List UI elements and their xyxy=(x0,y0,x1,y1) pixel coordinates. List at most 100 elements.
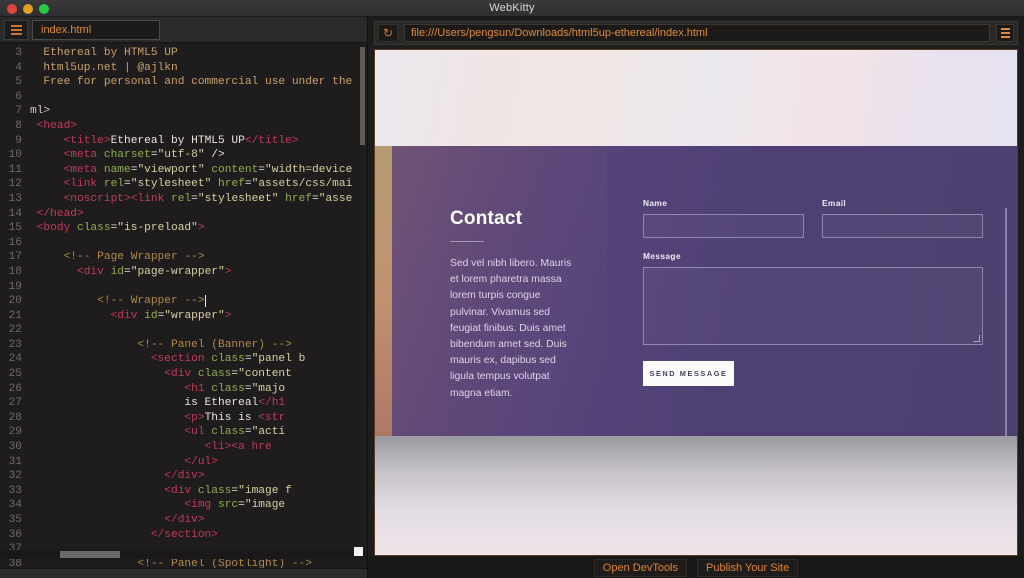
code-token: "acti xyxy=(251,426,286,439)
code-line: 16 xyxy=(0,236,367,251)
code-token: = xyxy=(312,192,319,205)
code-token: "width=device xyxy=(265,163,353,176)
browser-url-bar: ↻ file:///Users/pengsun/Downloads/html5u… xyxy=(374,21,1018,45)
code-token: content xyxy=(204,163,259,176)
code-line: 23 <!-- Panel (Banner) --> xyxy=(0,338,367,353)
code-line-text: is Ethereal</h1 xyxy=(30,396,285,411)
code-token: ml> xyxy=(30,105,51,118)
code-token: </h1 xyxy=(258,397,286,410)
code-vertical-scrollbar[interactable] xyxy=(360,47,365,145)
code-token: class xyxy=(197,368,232,381)
name-label: Name xyxy=(643,198,668,208)
code-line: 30 <li><a hre xyxy=(0,440,367,455)
editor-tab-bar: index.html xyxy=(0,17,367,43)
code-token: <!-- Wrapper --> xyxy=(30,295,205,308)
code-token: <str xyxy=(258,411,286,424)
line-number: 11 xyxy=(8,163,22,176)
code-token: <div xyxy=(30,265,111,278)
code-token: = xyxy=(244,353,252,366)
line-number: 33 xyxy=(8,484,22,497)
code-line: 4 html5up.net | @ajlkn xyxy=(0,61,367,76)
line-number: 31 xyxy=(8,455,22,468)
code-line-text: <ul class="acti xyxy=(30,425,285,440)
browser-pane: ↻ file:///Users/pengsun/Downloads/html5u… xyxy=(368,17,1024,578)
code-token: href xyxy=(211,178,245,191)
code-line-text: <!-- Panel (Banner) --> xyxy=(30,338,291,353)
code-token: > xyxy=(224,265,232,278)
line-number: 20 xyxy=(8,295,22,308)
code-line: 9 <title>Ethereal by HTML5 UP</title> xyxy=(0,134,367,149)
name-input[interactable] xyxy=(643,214,804,238)
code-line-text: <body class="is-preload"> xyxy=(30,221,205,236)
code-horizontal-scrollbar-track[interactable] xyxy=(0,550,367,559)
page-viewport[interactable]: Contact Sed vel nibh libero. Mauris et l… xyxy=(374,49,1018,556)
contact-panel: Contact Sed vel nibh libero. Mauris et l… xyxy=(375,146,1017,436)
code-token: <!-- Page Wrapper --> xyxy=(30,251,205,264)
url-text: file:///Users/pengsun/Downloads/html5up-… xyxy=(411,27,708,39)
code-line: 19 xyxy=(0,280,367,295)
code-token: "stylesheet" xyxy=(197,192,279,205)
hamburger-icon[interactable] xyxy=(4,19,28,40)
code-token: <head> xyxy=(30,119,77,132)
code-line-text: <p>This is <str xyxy=(30,411,285,426)
code-token: "stylesheet" xyxy=(130,178,212,191)
code-token: = xyxy=(124,178,131,191)
code-token: Ethereal by HTML5 UP xyxy=(110,134,245,147)
email-label: Email xyxy=(822,198,847,208)
line-number: 21 xyxy=(8,309,22,322)
code-line: 26 <h1 class="majo xyxy=(0,382,367,397)
code-token: id xyxy=(110,265,125,278)
code-line-text: <link rel="stylesheet" href="assets/css/… xyxy=(30,177,353,192)
code-line-text: <section class="panel b xyxy=(30,352,305,367)
open-devtools-button[interactable]: Open DevTools xyxy=(593,559,688,577)
menu-line xyxy=(1000,28,1010,30)
line-number: 25 xyxy=(8,368,22,381)
code-token: <img xyxy=(30,499,218,512)
code-token: class xyxy=(211,426,245,439)
code-token: "viewport" xyxy=(137,163,205,176)
email-input[interactable] xyxy=(822,214,983,238)
line-number: 18 xyxy=(8,265,22,278)
code-line: 24 <section class="panel b xyxy=(0,352,367,367)
code-token: html5up.net | @ajlkn xyxy=(30,61,178,74)
code-line: 20 <!-- Wrapper --> xyxy=(0,294,367,309)
code-text-area[interactable]: 3 Ethereal by HTML5 UP 4 html5up.net | @a… xyxy=(0,43,367,568)
code-token: = xyxy=(191,192,198,205)
code-token: charset xyxy=(103,149,151,162)
code-token: "wrapper" xyxy=(164,309,225,322)
browser-bottom-toolbar: Open DevTools Publish Your Site xyxy=(368,556,1024,578)
line-number: 30 xyxy=(8,441,22,454)
code-line: 7 ml> xyxy=(0,104,367,119)
code-horizontal-scrollbar-thumb[interactable] xyxy=(60,551,120,558)
line-number: 12 xyxy=(8,178,22,191)
page-scrollbar[interactable] xyxy=(1005,208,1007,436)
code-line: 35 </div> xyxy=(0,513,367,528)
line-number: 28 xyxy=(8,411,22,424)
resize-handle[interactable] xyxy=(354,547,363,556)
code-token: <div xyxy=(30,484,198,497)
line-number: 19 xyxy=(8,280,22,293)
publish-site-button[interactable]: Publish Your Site xyxy=(697,559,799,577)
code-token: "content xyxy=(238,368,292,381)
code-token: "assets/css/mai xyxy=(251,178,353,191)
code-token: <!-- Panel (Spotlight) --> xyxy=(30,557,312,568)
code-line-text: <h1 class="majo xyxy=(30,382,285,397)
code-token: <title> xyxy=(30,134,111,147)
code-token: class xyxy=(197,484,232,497)
code-line-text: <div id="page-wrapper"> xyxy=(30,265,231,280)
reload-icon[interactable]: ↻ xyxy=(378,24,398,42)
code-line-text: <div class="content xyxy=(30,367,292,382)
code-line: 33 <div class="image f xyxy=(0,484,367,499)
editor-tab-index-html[interactable]: index.html xyxy=(32,19,160,40)
send-message-button[interactable]: SEND MESSAGE xyxy=(643,361,734,386)
code-token: = xyxy=(258,163,266,176)
message-textarea[interactable] xyxy=(643,267,983,345)
window-body: index.html 3 Ethereal by HTML5 UP 4 html5… xyxy=(0,17,1024,578)
code-token: <p> xyxy=(30,411,205,424)
code-line-text: <head> xyxy=(30,119,77,134)
code-line-text: </head> xyxy=(30,207,84,222)
url-input[interactable]: file:///Users/pengsun/Downloads/html5up-… xyxy=(404,24,990,42)
line-number: 29 xyxy=(8,426,22,439)
menu-icon[interactable] xyxy=(996,24,1014,42)
code-line-text: html5up.net | @ajlkn xyxy=(30,61,178,76)
